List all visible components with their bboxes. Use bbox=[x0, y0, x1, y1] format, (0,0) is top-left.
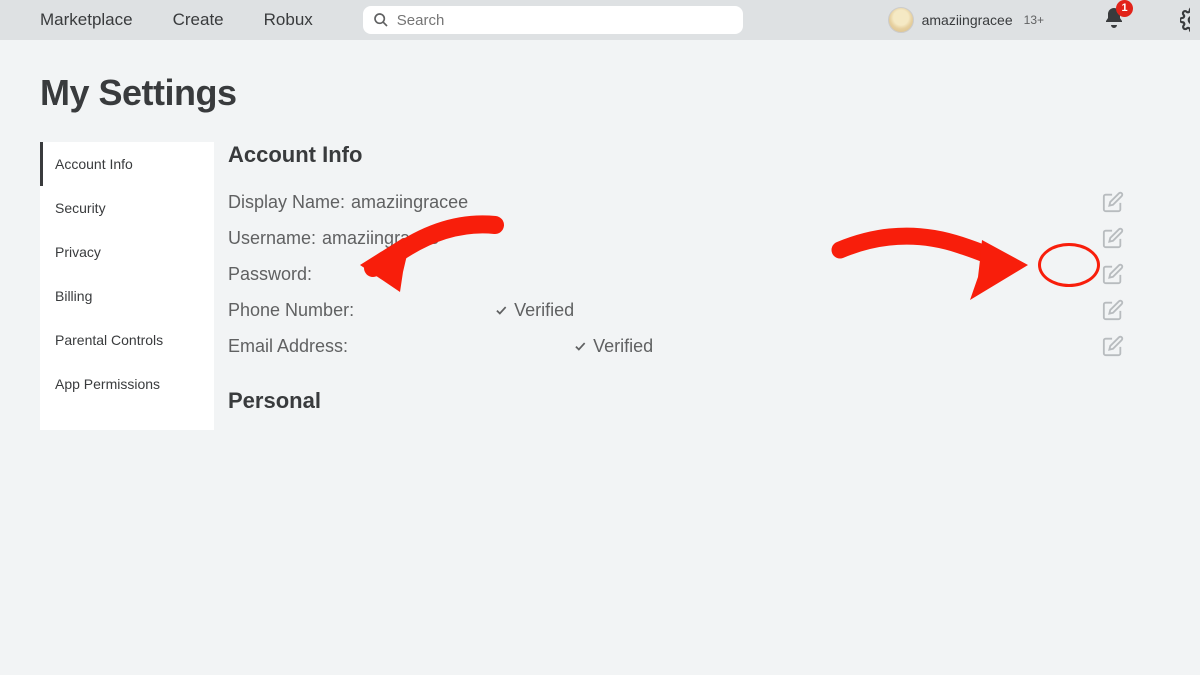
section-title-account-info: Account Info bbox=[228, 142, 1160, 168]
sidebar-item-account-info[interactable]: Account Info bbox=[40, 142, 214, 186]
edit-icon[interactable] bbox=[1102, 335, 1124, 357]
username-label: amaziingracee bbox=[922, 12, 1013, 28]
search-icon bbox=[373, 12, 389, 28]
sidebar-item-security[interactable]: Security bbox=[40, 186, 214, 230]
field-value: amaziingracee bbox=[351, 192, 468, 213]
user-menu[interactable]: amaziingracee 13+ bbox=[888, 7, 1044, 33]
settings-sidebar: Account Info Security Privacy Billing Pa… bbox=[40, 142, 214, 430]
search-input[interactable] bbox=[363, 6, 743, 34]
sidebar-item-privacy[interactable]: Privacy bbox=[40, 230, 214, 274]
notification-badge: 1 bbox=[1116, 0, 1133, 17]
sidebar-item-app-permissions[interactable]: App Permissions bbox=[40, 362, 214, 406]
sidebar-item-label: App Permissions bbox=[55, 376, 160, 392]
top-nav: Marketplace Create Robux amaziingracee 1… bbox=[0, 0, 1200, 40]
settings-icon[interactable] bbox=[1180, 7, 1190, 33]
sidebar-item-billing[interactable]: Billing bbox=[40, 274, 214, 318]
sidebar-item-label: Account Info bbox=[55, 156, 133, 172]
verified-badge: Verified bbox=[494, 300, 574, 321]
age-tag: 13+ bbox=[1024, 13, 1044, 27]
edit-icon[interactable] bbox=[1102, 263, 1124, 285]
check-icon bbox=[573, 339, 587, 353]
field-email: Email Address: Verified bbox=[228, 328, 1160, 364]
field-label: Email Address: bbox=[228, 336, 348, 357]
verified-text: Verified bbox=[593, 336, 653, 357]
sidebar-item-label: Billing bbox=[55, 288, 92, 304]
field-label: Username: bbox=[228, 228, 316, 249]
nav-robux[interactable]: Robux bbox=[264, 10, 313, 30]
section-title-personal: Personal bbox=[228, 388, 1160, 414]
field-label: Phone Number: bbox=[228, 300, 354, 321]
field-username: Username: amaziingracee bbox=[228, 220, 1160, 256]
check-icon bbox=[494, 303, 508, 317]
page-title: My Settings bbox=[40, 72, 1200, 114]
verified-badge: Verified bbox=[573, 336, 653, 357]
avatar bbox=[888, 7, 914, 33]
field-label: Password: bbox=[228, 264, 312, 285]
field-phone: Phone Number: Verified bbox=[228, 292, 1160, 328]
sidebar-item-parental-controls[interactable]: Parental Controls bbox=[40, 318, 214, 362]
settings-main: Account Info Display Name: amaziingracee… bbox=[228, 142, 1160, 430]
sidebar-item-label: Parental Controls bbox=[55, 332, 163, 348]
notifications-button[interactable]: 1 bbox=[1102, 6, 1126, 35]
sidebar-item-label: Security bbox=[55, 200, 106, 216]
search-wrap bbox=[363, 6, 743, 34]
edit-icon[interactable] bbox=[1102, 191, 1124, 213]
edit-icon[interactable] bbox=[1102, 227, 1124, 249]
nav-create[interactable]: Create bbox=[173, 10, 224, 30]
field-password: Password: bbox=[228, 256, 1160, 292]
nav-marketplace[interactable]: Marketplace bbox=[40, 10, 133, 30]
field-display-name: Display Name: amaziingracee bbox=[228, 184, 1160, 220]
edit-icon[interactable] bbox=[1102, 299, 1124, 321]
field-label: Display Name: bbox=[228, 192, 345, 213]
field-value: amaziingracee bbox=[322, 228, 439, 249]
verified-text: Verified bbox=[514, 300, 574, 321]
sidebar-item-label: Privacy bbox=[55, 244, 101, 260]
